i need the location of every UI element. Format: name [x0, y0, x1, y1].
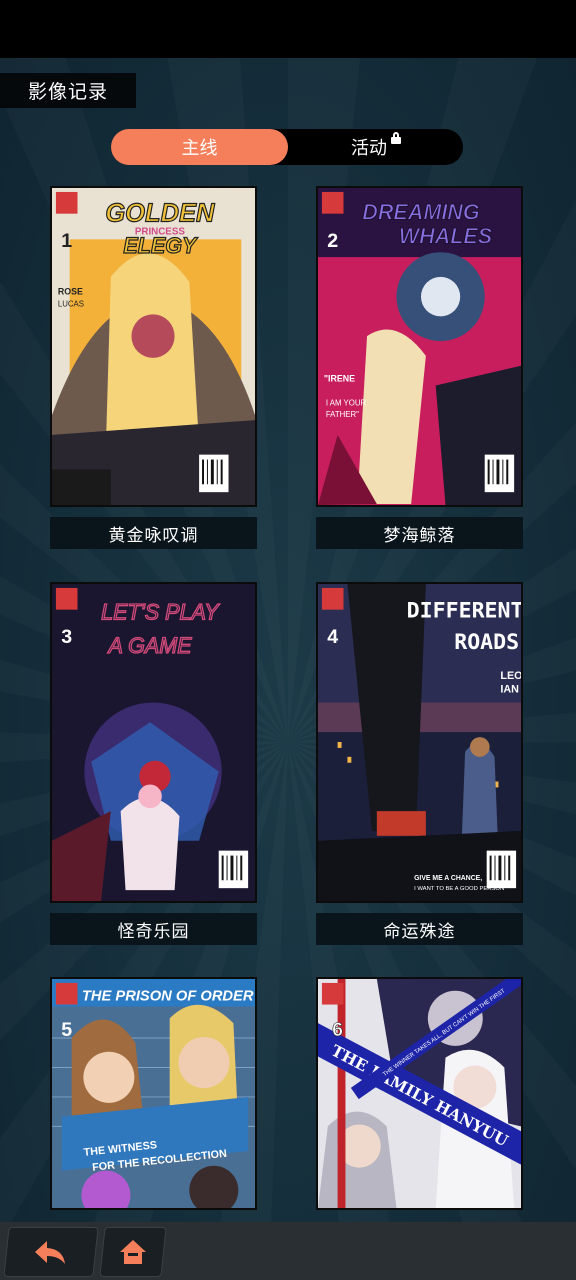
comic-title-2: 梦海鲸落	[316, 517, 523, 549]
svg-text:6: 6	[332, 1019, 343, 1041]
comic-cover-1[interactable]: 1 GOLDEN PRINCESS ELEGY ROSE LUCAS	[50, 186, 257, 507]
svg-text:ROSE: ROSE	[58, 287, 83, 297]
svg-text:FATHER": FATHER"	[326, 410, 359, 419]
svg-text:ELEGY: ELEGY	[123, 233, 199, 258]
svg-text:LET'S PLAY: LET'S PLAY	[101, 599, 220, 624]
comic-cover-3[interactable]: 3 LET'S PLAY A GAME	[50, 582, 257, 903]
tab-switcher: 主线 活动	[111, 129, 463, 165]
svg-text:LUCAS: LUCAS	[58, 299, 84, 308]
svg-text:I WANT TO BE A GOOD PERSON: I WANT TO BE A GOOD PERSON	[414, 886, 504, 892]
comic-title-1: 黄金咏叹调	[50, 517, 257, 549]
svg-text:I AM YOUR: I AM YOUR	[326, 398, 367, 407]
status-bar	[0, 0, 576, 58]
svg-text:GIVE ME A CHANCE,: GIVE ME A CHANCE,	[414, 875, 482, 882]
tab-event-label: 活动	[351, 138, 387, 159]
tab-main-label: 主线	[181, 138, 218, 159]
back-arrow-icon	[35, 1241, 65, 1264]
comic-cover-6[interactable]: THE FAMILY HANYUU THE WINNER TAKES ALL, …	[316, 977, 523, 1210]
comic-cover-4[interactable]: 4 DIFFERENT ROADS LEO IAN GIVE ME A CHAN…	[316, 582, 523, 903]
home-button[interactable]	[99, 1227, 167, 1277]
comic-title-4: 命运殊途	[316, 913, 523, 945]
svg-text:5: 5	[61, 1019, 72, 1041]
svg-text:4: 4	[327, 626, 338, 648]
comic-cover-2[interactable]: 2 DREAMING WHALES "IRENE I AM YOUR FATHE…	[316, 186, 523, 507]
page-title: 影像记录	[0, 73, 136, 108]
svg-text:DIFFERENT: DIFFERENT	[407, 599, 521, 624]
svg-text:A GAME: A GAME	[107, 633, 193, 658]
svg-text:2: 2	[327, 230, 338, 252]
tab-main-story[interactable]: 主线	[111, 129, 288, 165]
svg-text:LEO: LEO	[500, 670, 521, 682]
lock-icon	[391, 132, 401, 144]
svg-text:3: 3	[61, 626, 72, 648]
svg-text:WHALES: WHALES	[399, 223, 493, 248]
comic-title-3: 怪奇乐园	[50, 913, 257, 945]
comic-cover-5[interactable]: 5 THE PRISON OF ORDER THE WITNESS FOR TH…	[50, 977, 257, 1210]
tab-event[interactable]: 活动	[311, 129, 441, 165]
svg-text:"IRENE: "IRENE	[324, 374, 355, 384]
home-icon	[120, 1240, 146, 1264]
svg-text:1: 1	[61, 230, 72, 252]
svg-text:GOLDEN: GOLDEN	[105, 199, 215, 227]
back-button[interactable]	[3, 1227, 99, 1277]
svg-text:THE PRISON OF ORDER: THE PRISON OF ORDER	[82, 989, 254, 1005]
svg-text:IAN: IAN	[500, 684, 519, 696]
svg-text:ROADS: ROADS	[454, 630, 519, 655]
svg-text:DREAMING: DREAMING	[362, 200, 480, 225]
